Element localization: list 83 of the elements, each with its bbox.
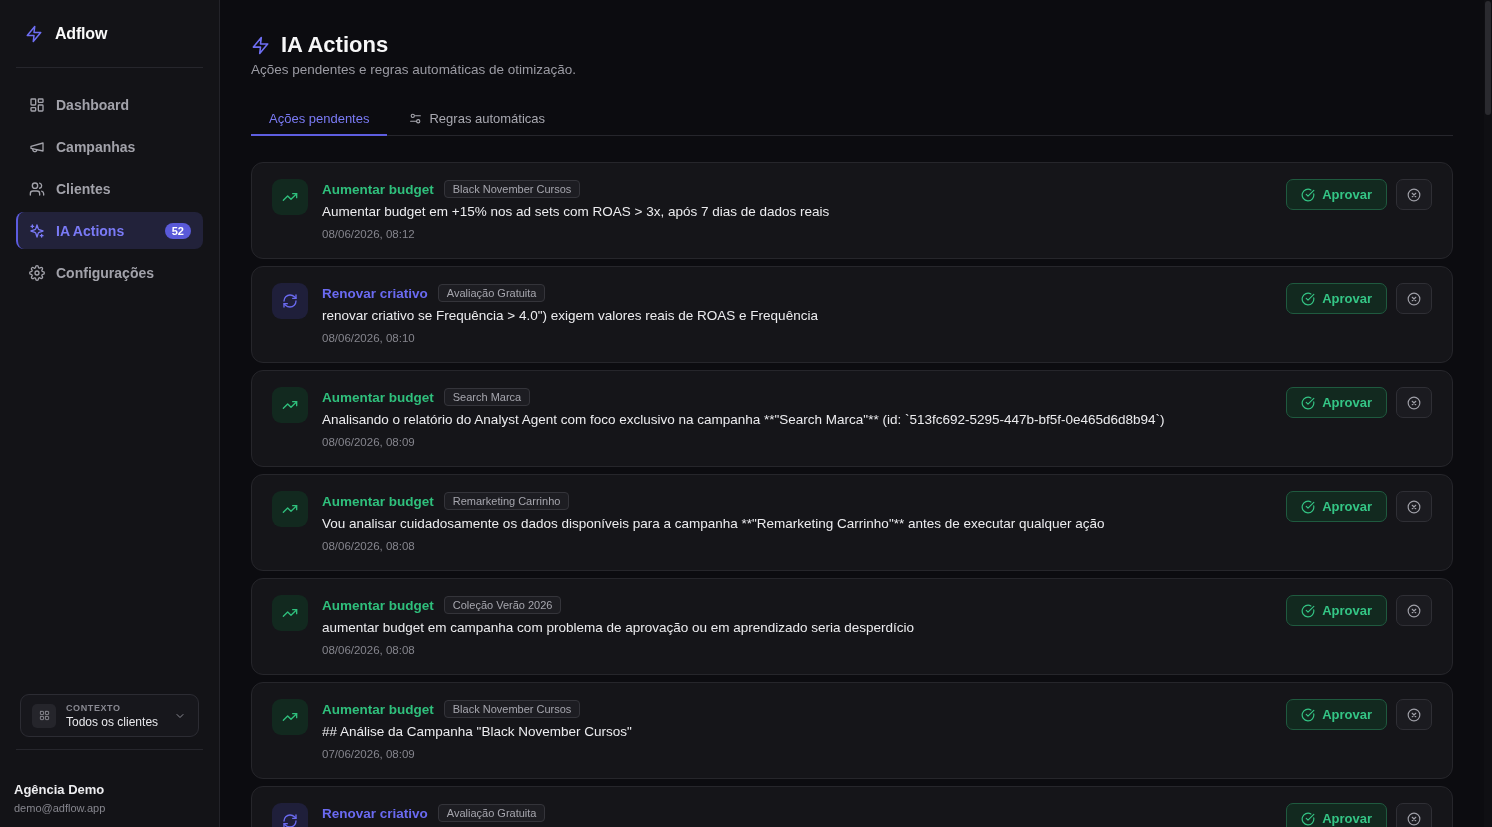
nav-item[interactable]: Dashboard	[16, 86, 203, 123]
approve-button[interactable]: Aprovar	[1286, 803, 1387, 827]
action-date: 08/06/2026, 08:09	[322, 435, 416, 450]
action-description: aumentar budget em campanha com problema de aprovação ou em aprendizado seria desperdício	[322, 619, 916, 637]
reject-button[interactable]	[1396, 595, 1432, 626]
action-description: ## Análise da Campanha "Black November Cursos"	[322, 723, 633, 741]
check-circle-icon	[1301, 291, 1316, 306]
x-circle-icon	[1407, 603, 1421, 618]
approve-button[interactable]: Aprovar	[1286, 387, 1387, 418]
trending-up-icon	[272, 595, 308, 631]
action-date: 08/06/2026, 08:08	[322, 539, 416, 554]
campaign-tag: Avaliação Gratuita	[437, 804, 546, 822]
approve-button[interactable]: Aprovar	[1286, 283, 1387, 314]
scrollbar-thumb[interactable]	[1485, 1, 1491, 115]
nav-item[interactable]: Configurações	[16, 254, 203, 291]
action-title: Aumentar budget	[322, 493, 434, 509]
grid-icon	[29, 96, 45, 113]
trending-up-icon	[272, 387, 308, 423]
grid-icon	[32, 703, 56, 728]
campaign-tag: Coleção Verão 2026	[443, 596, 562, 614]
trending-up-icon	[272, 699, 308, 735]
nav-item[interactable]: IA Actions 52	[16, 212, 203, 249]
action-description: Aumentar budget em +15% nos ad sets com ROAS > 3x, após 7 dias de dados reais	[322, 203, 831, 221]
user-name: Agência Demo	[14, 782, 106, 798]
action-title: Aumentar budget	[322, 389, 434, 405]
nav-item[interactable]: Clientes	[16, 170, 203, 207]
approve-button[interactable]: Aprovar	[1286, 595, 1387, 626]
x-circle-icon	[1407, 395, 1421, 410]
action-title: Renovar criativo	[322, 805, 428, 821]
context-selector[interactable]: CONTEXTO Todos os clientes	[20, 694, 199, 737]
reject-button[interactable]	[1396, 803, 1432, 827]
refresh-icon	[272, 283, 308, 319]
sliders-icon	[409, 112, 423, 125]
check-circle-icon	[1301, 187, 1316, 202]
action-title: Aumentar budget	[322, 701, 434, 717]
action-title: Aumentar budget	[322, 597, 434, 613]
tab[interactable]: Ações pendentes	[251, 103, 388, 136]
campaign-tag: Black November Cursos	[443, 180, 581, 198]
action-date: 08/06/2026, 08:12	[322, 227, 416, 242]
count-badge: 52	[164, 222, 191, 239]
brand-name: Adflow	[55, 24, 108, 43]
reject-button[interactable]	[1396, 491, 1432, 522]
action-date: 07/06/2026, 08:09	[322, 747, 416, 762]
reject-button[interactable]	[1396, 283, 1432, 314]
campaign-tag: Black November Cursos	[443, 700, 581, 718]
action-description: renovar criativo se Frequência > 4.0") exigem valores reais de ROAS e Frequência	[322, 307, 819, 325]
reject-button[interactable]	[1396, 699, 1432, 730]
action-date: 08/06/2026, 08:08	[322, 643, 416, 658]
lightning-bolt-icon	[25, 24, 43, 43]
campaign-tag: Remarketing Carrinho	[443, 492, 570, 510]
x-circle-icon	[1407, 811, 1421, 826]
approve-button[interactable]: Aprovar	[1286, 179, 1387, 210]
settings-icon	[29, 264, 45, 281]
action-title: Renovar criativo	[322, 285, 428, 301]
action-date: 08/06/2026, 08:10	[322, 331, 416, 346]
trending-up-icon	[272, 179, 308, 215]
user-email: demo@adflow.app	[14, 801, 107, 815]
x-circle-icon	[1407, 187, 1421, 202]
page-title: IA Actions	[281, 31, 389, 59]
check-circle-icon	[1301, 603, 1316, 618]
check-circle-icon	[1301, 707, 1316, 722]
campaign-tag: Avaliação Gratuita	[437, 284, 546, 302]
check-circle-icon	[1301, 811, 1316, 826]
approve-button[interactable]: Aprovar	[1286, 699, 1387, 730]
reject-button[interactable]	[1396, 179, 1432, 210]
users-icon	[29, 180, 45, 197]
campaign-tag: Search Marca	[443, 388, 531, 406]
x-circle-icon	[1407, 707, 1421, 722]
tab[interactable]: Regras automáticas	[391, 103, 564, 136]
nav-item[interactable]: Campanhas	[16, 128, 203, 165]
reject-button[interactable]	[1396, 387, 1432, 418]
sparkles-icon	[29, 222, 45, 239]
check-circle-icon	[1301, 499, 1316, 514]
page-subtitle: Ações pendentes e regras automáticas de otimização.	[251, 61, 577, 79]
x-circle-icon	[1407, 499, 1421, 514]
action-description: Vou analisar cuidadosamente os dados disponíveis para a campanha **"Remarketing Carrinho"** antes de executar qualquer ação	[322, 515, 1106, 533]
action-description: Analisando o relatório do Analyst Agent com foco exclusivo na campanha **"Search Marca"** (id: `513fc692-5295-447b-bf5f-0e465d6d8b94`)	[322, 411, 1166, 429]
lightning-bolt-icon	[251, 35, 270, 55]
trending-up-icon	[272, 491, 308, 527]
action-title: Aumentar budget	[322, 181, 434, 197]
x-circle-icon	[1407, 291, 1421, 306]
check-circle-icon	[1301, 395, 1316, 410]
approve-button[interactable]: Aprovar	[1286, 491, 1387, 522]
